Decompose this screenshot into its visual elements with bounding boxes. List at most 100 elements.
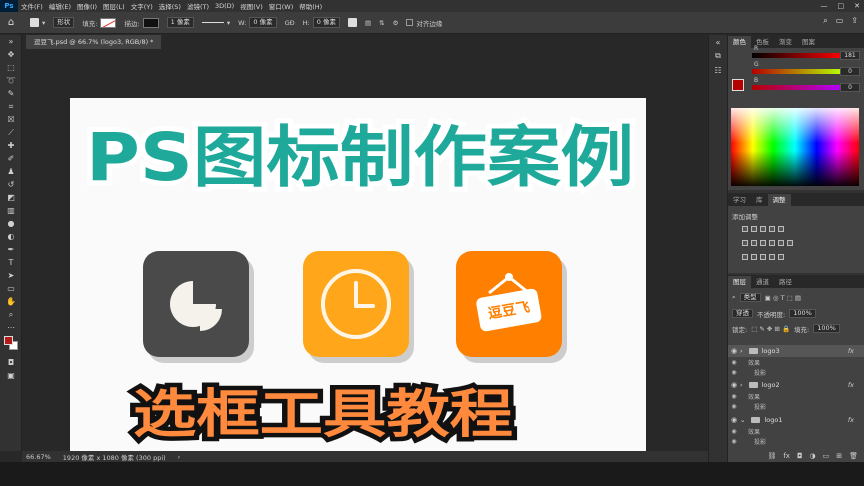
eraser-tool-icon[interactable]: ◩ (0, 191, 22, 204)
dodge-tool-icon[interactable]: ◐ (0, 230, 22, 243)
workspace-icon[interactable]: ▭ (836, 16, 844, 26)
width-input[interactable]: 0 像素 (249, 17, 277, 28)
healing-brush-tool-icon[interactable]: ✚ (0, 139, 22, 152)
add-mask-icon[interactable]: ◘ (797, 452, 803, 460)
levels-icon[interactable] (751, 226, 757, 232)
layer-logo3[interactable]: ◉ › logo3 fx (728, 345, 864, 357)
status-menu-arrow-icon[interactable]: › (178, 453, 181, 461)
effects-eye-icon[interactable]: ◉ (728, 393, 740, 400)
threshold-icon[interactable] (760, 254, 766, 260)
r-value-input[interactable]: 181 (840, 51, 860, 60)
effects-eye-icon[interactable]: ◉ (728, 428, 740, 435)
g-value-input[interactable]: 0 (840, 67, 860, 76)
menu-help[interactable]: 帮助(H) (296, 1, 325, 11)
close-button[interactable]: ✕ (854, 2, 860, 10)
menu-filter[interactable]: 滤镜(T) (184, 1, 212, 11)
add-style-icon[interactable]: fx (783, 452, 790, 460)
stroke-type-select[interactable]: ▾ (201, 19, 230, 27)
expand-arrow-icon[interactable]: › (740, 381, 743, 389)
stroke-swatch[interactable] (142, 17, 159, 28)
tab-libraries[interactable]: 库 (751, 194, 768, 206)
menu-3d[interactable]: 3D(D) (212, 2, 237, 10)
new-layer-icon[interactable]: ⊞ (836, 452, 842, 460)
quick-select-tool-icon[interactable]: ✎ (0, 87, 22, 100)
shape-mode-select[interactable]: 形状 (53, 17, 75, 28)
gradient-tool-icon[interactable]: ▥ (0, 204, 22, 217)
clone-stamp-tool-icon[interactable]: ♟ (0, 165, 22, 178)
marquee-tool-icon[interactable]: ⬚ (0, 61, 22, 74)
hue-saturation-icon[interactable] (742, 240, 748, 246)
fx-icon[interactable]: fx (848, 347, 854, 355)
b-value-input[interactable]: 0 (840, 83, 860, 92)
share-icon[interactable]: ⇪ (851, 16, 858, 26)
filter-icons[interactable]: ▣ ◎ T ⬚ ▤ (765, 294, 801, 302)
search-icon[interactable]: ⌕ (823, 16, 827, 26)
align-edges-checkbox[interactable] (406, 19, 414, 26)
vibrance-icon[interactable] (778, 226, 784, 232)
color-swatches[interactable] (0, 334, 22, 356)
menu-image[interactable]: 图像(I) (74, 1, 100, 11)
tab-learn[interactable]: 学习 (728, 194, 751, 206)
history-panel-icon[interactable]: ⧉ (709, 49, 727, 63)
minimize-button[interactable]: — (821, 2, 828, 10)
lasso-tool-icon[interactable]: ➰ (0, 74, 22, 87)
link-layers-icon[interactable]: ⛓ (767, 452, 776, 460)
effect-eye-icon[interactable]: ◉ (728, 438, 740, 445)
adjustment-layer-icon[interactable]: ◑ (810, 452, 816, 460)
tab-color[interactable]: 颜色 (728, 36, 751, 48)
path-alignment-icon[interactable]: ▤ (365, 19, 371, 27)
blur-tool-icon[interactable]: ● (0, 217, 22, 230)
rectangle-tool-icon[interactable]: ▭ (0, 282, 22, 295)
visibility-eye-icon[interactable]: ◉ (728, 347, 740, 355)
frame-tool-icon[interactable]: ☒ (0, 113, 22, 126)
layer-kind-filter[interactable]: 类型 (739, 293, 761, 302)
gradient-map-icon[interactable] (769, 254, 775, 260)
type-tool-icon[interactable]: T (0, 256, 22, 269)
menu-layer[interactable]: 图层(L) (100, 1, 128, 11)
tab-patterns[interactable]: 图案 (797, 36, 820, 48)
menu-edit[interactable]: 编辑(E) (46, 1, 74, 11)
screen-mode-icon[interactable]: ▣ (0, 369, 22, 382)
crop-tool-icon[interactable]: ⌗ (0, 100, 22, 113)
zoom-tool-icon[interactable]: ⌕ (0, 308, 22, 321)
history-brush-tool-icon[interactable]: ↺ (0, 178, 22, 191)
brush-tool-icon[interactable]: ✐ (0, 152, 22, 165)
fill-input[interactable]: 100% (813, 324, 840, 333)
fx-icon[interactable]: fx (848, 381, 854, 389)
panel-foreground-swatch[interactable] (732, 79, 744, 91)
link-icon[interactable]: GĐ (285, 19, 295, 27)
document-canvas[interactable]: PS图标制作案例 逗豆飞 选框工具教程 (70, 98, 646, 451)
b-slider[interactable] (752, 85, 842, 90)
posterize-icon[interactable] (751, 254, 757, 260)
opacity-input[interactable]: 100% (789, 309, 816, 318)
canvas-area[interactable]: PS图标制作案例 逗豆飞 选框工具教程 (22, 49, 708, 451)
r-slider[interactable] (752, 53, 842, 58)
tab-paths[interactable]: 路径 (774, 276, 797, 288)
zoom-level[interactable]: 66.67% (26, 453, 51, 461)
tab-layers[interactable]: 图层 (728, 276, 751, 288)
invert-icon[interactable] (742, 254, 748, 260)
document-tab[interactable]: 逗豆飞.psd @ 66.7% (logo3, RGB/8) * (26, 35, 162, 49)
tool-preset-picker[interactable]: ▾ (30, 18, 45, 27)
fill-swatch[interactable] (100, 17, 117, 28)
new-group-icon[interactable]: ▭ (823, 452, 830, 460)
exposure-icon[interactable] (769, 226, 775, 232)
properties-panel-icon[interactable]: ☷ (709, 63, 727, 77)
layer-logo2[interactable]: ◉ › logo2 fx (728, 379, 864, 391)
channel-mixer-icon[interactable] (778, 240, 784, 246)
path-operations-icon[interactable] (347, 18, 357, 27)
fx-icon[interactable]: fx (848, 416, 854, 424)
collapse-icon[interactable]: » (0, 35, 22, 48)
menu-view[interactable]: 视图(V) (237, 1, 266, 11)
path-arrangement-icon[interactable]: ⇅ (379, 19, 384, 27)
visibility-eye-icon[interactable]: ◉ (728, 416, 740, 424)
path-selection-tool-icon[interactable]: ➤ (0, 269, 22, 282)
maximize-button[interactable]: □ (838, 2, 845, 10)
photo-filter-icon[interactable] (769, 240, 775, 246)
more-tools-icon[interactable]: ⋯ (0, 321, 22, 334)
menu-type[interactable]: 文字(Y) (128, 1, 156, 11)
eyedropper-tool-icon[interactable]: ⟋ (0, 126, 22, 139)
g-slider[interactable] (752, 69, 842, 74)
menu-window[interactable]: 窗口(W) (266, 1, 297, 11)
color-spectrum[interactable] (731, 108, 859, 186)
